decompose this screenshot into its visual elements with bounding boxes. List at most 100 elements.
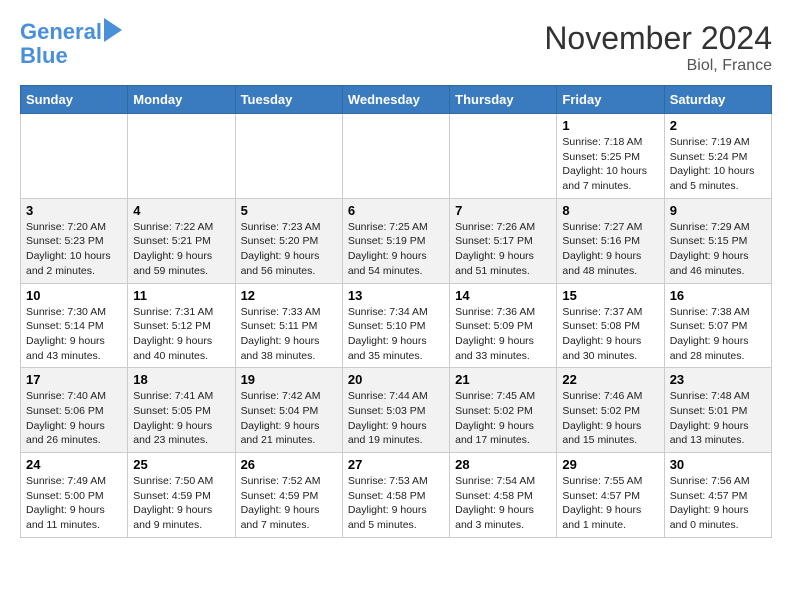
day-number: 11 — [133, 288, 229, 303]
calendar-day-cell: 12Sunrise: 7:33 AMSunset: 5:11 PMDayligh… — [235, 283, 342, 368]
calendar-day-cell: 2 Sunrise: 7:19 AMSunset: 5:24 PMDaylight… — [664, 114, 771, 199]
weekday-header-cell: Friday — [557, 86, 664, 114]
calendar-day-cell: 7 Sunrise: 7:26 AMSunset: 5:17 PMDaylight… — [450, 198, 557, 283]
day-number: 4 — [133, 203, 229, 218]
calendar-week-row: 3 Sunrise: 7:20 AMSunset: 5:23 PMDaylight… — [21, 198, 772, 283]
day-info: Sunrise: 7:27 AMSunset: 5:16 PMDaylight:… — [562, 220, 658, 279]
calendar-day-cell: 17Sunrise: 7:40 AMSunset: 5:06 PMDayligh… — [21, 368, 128, 453]
calendar-day-cell: 25Sunrise: 7:50 AMSunset: 4:59 PMDayligh… — [128, 453, 235, 538]
day-number: 1 — [562, 118, 658, 133]
day-info: Sunrise: 7:30 AMSunset: 5:14 PMDaylight:… — [26, 305, 122, 364]
day-number: 13 — [348, 288, 444, 303]
calendar-week-row: 10 Sunrise: 7:30 AMSunset: 5:14 PMDayligh… — [21, 283, 772, 368]
day-number: 21 — [455, 372, 551, 387]
calendar-day-cell: 10 Sunrise: 7:30 AMSunset: 5:14 PMDayligh… — [21, 283, 128, 368]
day-info: Sunrise: 7:54 AMSunset: 4:58 PMDaylight:… — [455, 474, 551, 533]
calendar-week-row: 17Sunrise: 7:40 AMSunset: 5:06 PMDayligh… — [21, 368, 772, 453]
day-number: 29 — [562, 457, 658, 472]
day-number: 26 — [241, 457, 337, 472]
calendar-day-cell: 1 Sunrise: 7:18 AMSunset: 5:25 PMDaylight… — [557, 114, 664, 199]
day-info: Sunrise: 7:53 AMSunset: 4:58 PMDaylight:… — [348, 474, 444, 533]
day-number: 23 — [670, 372, 766, 387]
calendar-day-cell: 9Sunrise: 7:29 AMSunset: 5:15 PMDaylight… — [664, 198, 771, 283]
day-info: Sunrise: 7:20 AMSunset: 5:23 PMDaylight:… — [26, 220, 122, 279]
day-number: 22 — [562, 372, 658, 387]
day-number: 20 — [348, 372, 444, 387]
calendar-day-cell: 27Sunrise: 7:53 AMSunset: 4:58 PMDayligh… — [342, 453, 449, 538]
day-info: Sunrise: 7:48 AMSunset: 5:01 PMDaylight:… — [670, 389, 766, 448]
day-info: Sunrise: 7:18 AMSunset: 5:25 PMDaylight:… — [562, 135, 658, 194]
day-info: Sunrise: 7:26 AMSunset: 5:17 PMDaylight:… — [455, 220, 551, 279]
calendar-day-cell: 18 Sunrise: 7:41 AMSunset: 5:05 PMDayligh… — [128, 368, 235, 453]
day-number: 3 — [26, 203, 122, 218]
calendar-day-cell: 3 Sunrise: 7:20 AMSunset: 5:23 PMDaylight… — [21, 198, 128, 283]
logo-arrow-icon — [104, 18, 122, 42]
day-info: Sunrise: 7:45 AMSunset: 5:02 PMDaylight:… — [455, 389, 551, 448]
day-info: Sunrise: 7:36 AMSunset: 5:09 PMDaylight:… — [455, 305, 551, 364]
day-info: Sunrise: 7:52 AMSunset: 4:59 PMDaylight:… — [241, 474, 337, 533]
calendar-day-cell: 30 Sunrise: 7:56 AMSunset: 4:57 PMDayligh… — [664, 453, 771, 538]
calendar-day-cell: 8 Sunrise: 7:27 AMSunset: 5:16 PMDaylight… — [557, 198, 664, 283]
calendar-day-cell — [128, 114, 235, 199]
logo-blue: Blue — [20, 44, 68, 68]
calendar-week-row: 24 Sunrise: 7:49 AMSunset: 5:00 PMDayligh… — [21, 453, 772, 538]
calendar-day-cell — [21, 114, 128, 199]
calendar-day-cell — [342, 114, 449, 199]
day-number: 8 — [562, 203, 658, 218]
calendar-body: 1 Sunrise: 7:18 AMSunset: 5:25 PMDaylight… — [21, 114, 772, 538]
location-title: Biol, France — [544, 57, 772, 75]
calendar-day-cell: 21 Sunrise: 7:45 AMSunset: 5:02 PMDayligh… — [450, 368, 557, 453]
day-info: Sunrise: 7:42 AMSunset: 5:04 PMDaylight:… — [241, 389, 337, 448]
calendar-day-cell: 20Sunrise: 7:44 AMSunset: 5:03 PMDayligh… — [342, 368, 449, 453]
day-info: Sunrise: 7:31 AMSunset: 5:12 PMDaylight:… — [133, 305, 229, 364]
calendar-day-cell: 14 Sunrise: 7:36 AMSunset: 5:09 PMDayligh… — [450, 283, 557, 368]
calendar-day-cell — [235, 114, 342, 199]
day-number: 24 — [26, 457, 122, 472]
day-number: 2 — [670, 118, 766, 133]
calendar-header-row: SundayMondayTuesdayWednesdayThursdayFrid… — [21, 86, 772, 114]
calendar-day-cell: 16Sunrise: 7:38 AMSunset: 5:07 PMDayligh… — [664, 283, 771, 368]
day-info: Sunrise: 7:34 AMSunset: 5:10 PMDaylight:… — [348, 305, 444, 364]
day-number: 28 — [455, 457, 551, 472]
calendar-day-cell: 6 Sunrise: 7:25 AMSunset: 5:19 PMDaylight… — [342, 198, 449, 283]
calendar-day-cell: 28 Sunrise: 7:54 AMSunset: 4:58 PMDayligh… — [450, 453, 557, 538]
day-info: Sunrise: 7:38 AMSunset: 5:07 PMDaylight:… — [670, 305, 766, 364]
day-number: 5 — [241, 203, 337, 218]
calendar-table: SundayMondayTuesdayWednesdayThursdayFrid… — [20, 85, 772, 538]
day-info: Sunrise: 7:29 AMSunset: 5:15 PMDaylight:… — [670, 220, 766, 279]
weekday-header-cell: Wednesday — [342, 86, 449, 114]
day-info: Sunrise: 7:37 AMSunset: 5:08 PMDaylight:… — [562, 305, 658, 364]
day-number: 30 — [670, 457, 766, 472]
day-info: Sunrise: 7:49 AMSunset: 5:00 PMDaylight:… — [26, 474, 122, 533]
calendar-day-cell: 5Sunrise: 7:23 AMSunset: 5:20 PMDaylight… — [235, 198, 342, 283]
day-info: Sunrise: 7:41 AMSunset: 5:05 PMDaylight:… — [133, 389, 229, 448]
day-info: Sunrise: 7:40 AMSunset: 5:06 PMDaylight:… — [26, 389, 122, 448]
day-number: 14 — [455, 288, 551, 303]
day-info: Sunrise: 7:50 AMSunset: 4:59 PMDaylight:… — [133, 474, 229, 533]
calendar-day-cell: 11 Sunrise: 7:31 AMSunset: 5:12 PMDayligh… — [128, 283, 235, 368]
day-info: Sunrise: 7:33 AMSunset: 5:11 PMDaylight:… — [241, 305, 337, 364]
logo-text: General — [20, 20, 102, 44]
day-info: Sunrise: 7:25 AMSunset: 5:19 PMDaylight:… — [348, 220, 444, 279]
day-number: 15 — [562, 288, 658, 303]
calendar-day-cell: 26 Sunrise: 7:52 AMSunset: 4:59 PMDayligh… — [235, 453, 342, 538]
day-number: 18 — [133, 372, 229, 387]
day-info: Sunrise: 7:55 AMSunset: 4:57 PMDaylight:… — [562, 474, 658, 533]
calendar-week-row: 1 Sunrise: 7:18 AMSunset: 5:25 PMDaylight… — [21, 114, 772, 199]
month-title: November 2024 — [544, 20, 772, 57]
weekday-header-cell: Sunday — [21, 86, 128, 114]
day-number: 6 — [348, 203, 444, 218]
logo: General Blue — [20, 20, 122, 68]
day-number: 19 — [241, 372, 337, 387]
day-info: Sunrise: 7:19 AMSunset: 5:24 PMDaylight:… — [670, 135, 766, 194]
calendar-day-cell: 13 Sunrise: 7:34 AMSunset: 5:10 PMDayligh… — [342, 283, 449, 368]
day-info: Sunrise: 7:46 AMSunset: 5:02 PMDaylight:… — [562, 389, 658, 448]
day-number: 7 — [455, 203, 551, 218]
day-info: Sunrise: 7:56 AMSunset: 4:57 PMDaylight:… — [670, 474, 766, 533]
calendar-day-cell: 4 Sunrise: 7:22 AMSunset: 5:21 PMDaylight… — [128, 198, 235, 283]
weekday-header-cell: Tuesday — [235, 86, 342, 114]
calendar-day-cell: 29 Sunrise: 7:55 AMSunset: 4:57 PMDayligh… — [557, 453, 664, 538]
day-info: Sunrise: 7:22 AMSunset: 5:21 PMDaylight:… — [133, 220, 229, 279]
day-number: 10 — [26, 288, 122, 303]
title-area: November 2024 Biol, France — [544, 20, 772, 75]
